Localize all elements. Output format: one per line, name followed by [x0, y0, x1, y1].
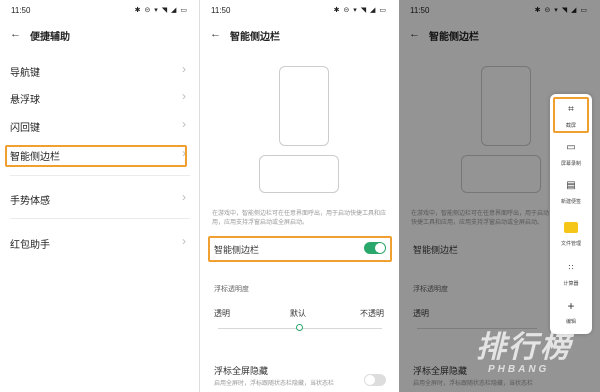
phone-portrait-illustration	[279, 66, 329, 146]
status-icons: ✱ ⊝ ▾ ◥ ◢ ▭	[134, 7, 188, 14]
highlight-box	[5, 145, 187, 167]
menu-item-label: 悬浮球	[10, 95, 40, 106]
opacity-default-label: 默认	[290, 309, 306, 318]
fullscreen-hide-toggle[interactable]	[364, 374, 386, 386]
status-icons: ✱ ⊝ ▾ ◥ ◢ ▭	[333, 7, 387, 14]
menu-item-float-ball[interactable]: 悬浮球 ›	[0, 85, 200, 109]
app-bar: ← 便捷辅助	[0, 20, 200, 50]
fullscreen-hide-label: 浮标全屏隐藏	[214, 366, 269, 376]
opacity-max-label: 不透明	[360, 309, 384, 318]
sidebar-item-label: 新建便签	[560, 199, 581, 205]
chevron-right-icon: ›	[182, 117, 186, 131]
menu-item-label: 导航键	[10, 68, 40, 79]
sidebar-item-label: 文件管理	[560, 241, 581, 247]
video-icon: ▭	[566, 142, 576, 153]
plus-icon: +	[567, 299, 575, 313]
menu-item-nav-keys[interactable]: 导航键 ›	[0, 58, 200, 82]
highlight-box	[208, 236, 392, 262]
page-title: 便捷辅助	[30, 32, 70, 43]
note-icon: ▤	[566, 180, 576, 191]
menu-item-gesture[interactable]: 手势体感 ›	[0, 186, 200, 210]
status-bar: 11:50 ✱ ⊝ ▾ ◥ ◢ ▭	[200, 0, 399, 20]
sidebar-item-new-note[interactable]: ▤ 新建便签	[550, 174, 592, 212]
sidebar-item-calculator[interactable]: ∷ 计算器	[550, 256, 592, 294]
opacity-slider-thumb[interactable]	[296, 324, 303, 331]
status-bar: 11:50 ✱ ⊝ ▾ ◥ ◢ ▭	[0, 0, 200, 20]
toggle-knob	[365, 375, 375, 385]
chevron-right-icon: ›	[182, 234, 186, 248]
sidebar-item-screen-record[interactable]: ▭ 屏幕录制	[550, 136, 592, 174]
divider	[10, 218, 190, 219]
sidebar-item-file-manager[interactable]: 文件管理	[550, 216, 592, 254]
menu-item-flashback-key[interactable]: 闪回键 ›	[0, 113, 200, 137]
highlight-box	[553, 97, 589, 133]
back-arrow-icon[interactable]: ←	[210, 28, 221, 40]
watermark: 排行榜 PHBANG	[454, 316, 594, 386]
phone-landscape-illustration	[259, 155, 339, 193]
chevron-right-icon: ›	[182, 89, 186, 103]
menu-item-red-packet[interactable]: 红包助手 ›	[0, 230, 200, 254]
fullscreen-hide-desc: 启用全屏时，浮标跟随状态栏隐藏，当状态栏	[214, 381, 335, 387]
screen-smart-sidebar: 11:50 ✱ ⊝ ▾ ◥ ◢ ▭ ← 智能侧边栏 在游戏中，智能侧边栏可在任意…	[200, 0, 399, 392]
back-arrow-icon[interactable]: ←	[10, 28, 21, 40]
sidebar-item-label: 屏幕录制	[560, 161, 581, 167]
menu-item-label: 手势体感	[10, 196, 50, 207]
feature-description: 在游戏中，智能侧边栏可在任意界面呼出，用于启动快捷工具和应用，应用支持浮窗启动或…	[212, 211, 387, 226]
divider	[10, 175, 190, 176]
menu-item-label: 闪回键	[10, 123, 40, 134]
screen-convenience-assist: 11:50 ✱ ⊝ ▾ ◥ ◢ ▭ ← 便捷辅助 导航键 › 悬浮球 › 闪回键…	[0, 0, 200, 392]
folder-icon	[564, 222, 578, 233]
opacity-section-label: 浮标透明度	[214, 286, 249, 293]
opacity-min-label: 透明	[214, 309, 230, 318]
chevron-right-icon: ›	[182, 62, 186, 76]
sidebar-item-label: 计算器	[563, 281, 579, 287]
chevron-right-icon: ›	[182, 190, 186, 204]
page-title: 智能侧边栏	[230, 32, 280, 43]
app-bar: ← 智能侧边栏	[200, 20, 399, 50]
watermark-text: 排行榜	[476, 331, 572, 364]
status-time: 11:50	[211, 6, 231, 15]
watermark-subtext: PHBANG	[488, 364, 550, 375]
status-time: 11:50	[11, 6, 31, 15]
calculator-icon: ∷	[568, 263, 574, 272]
menu-item-label: 红包助手	[10, 240, 50, 251]
